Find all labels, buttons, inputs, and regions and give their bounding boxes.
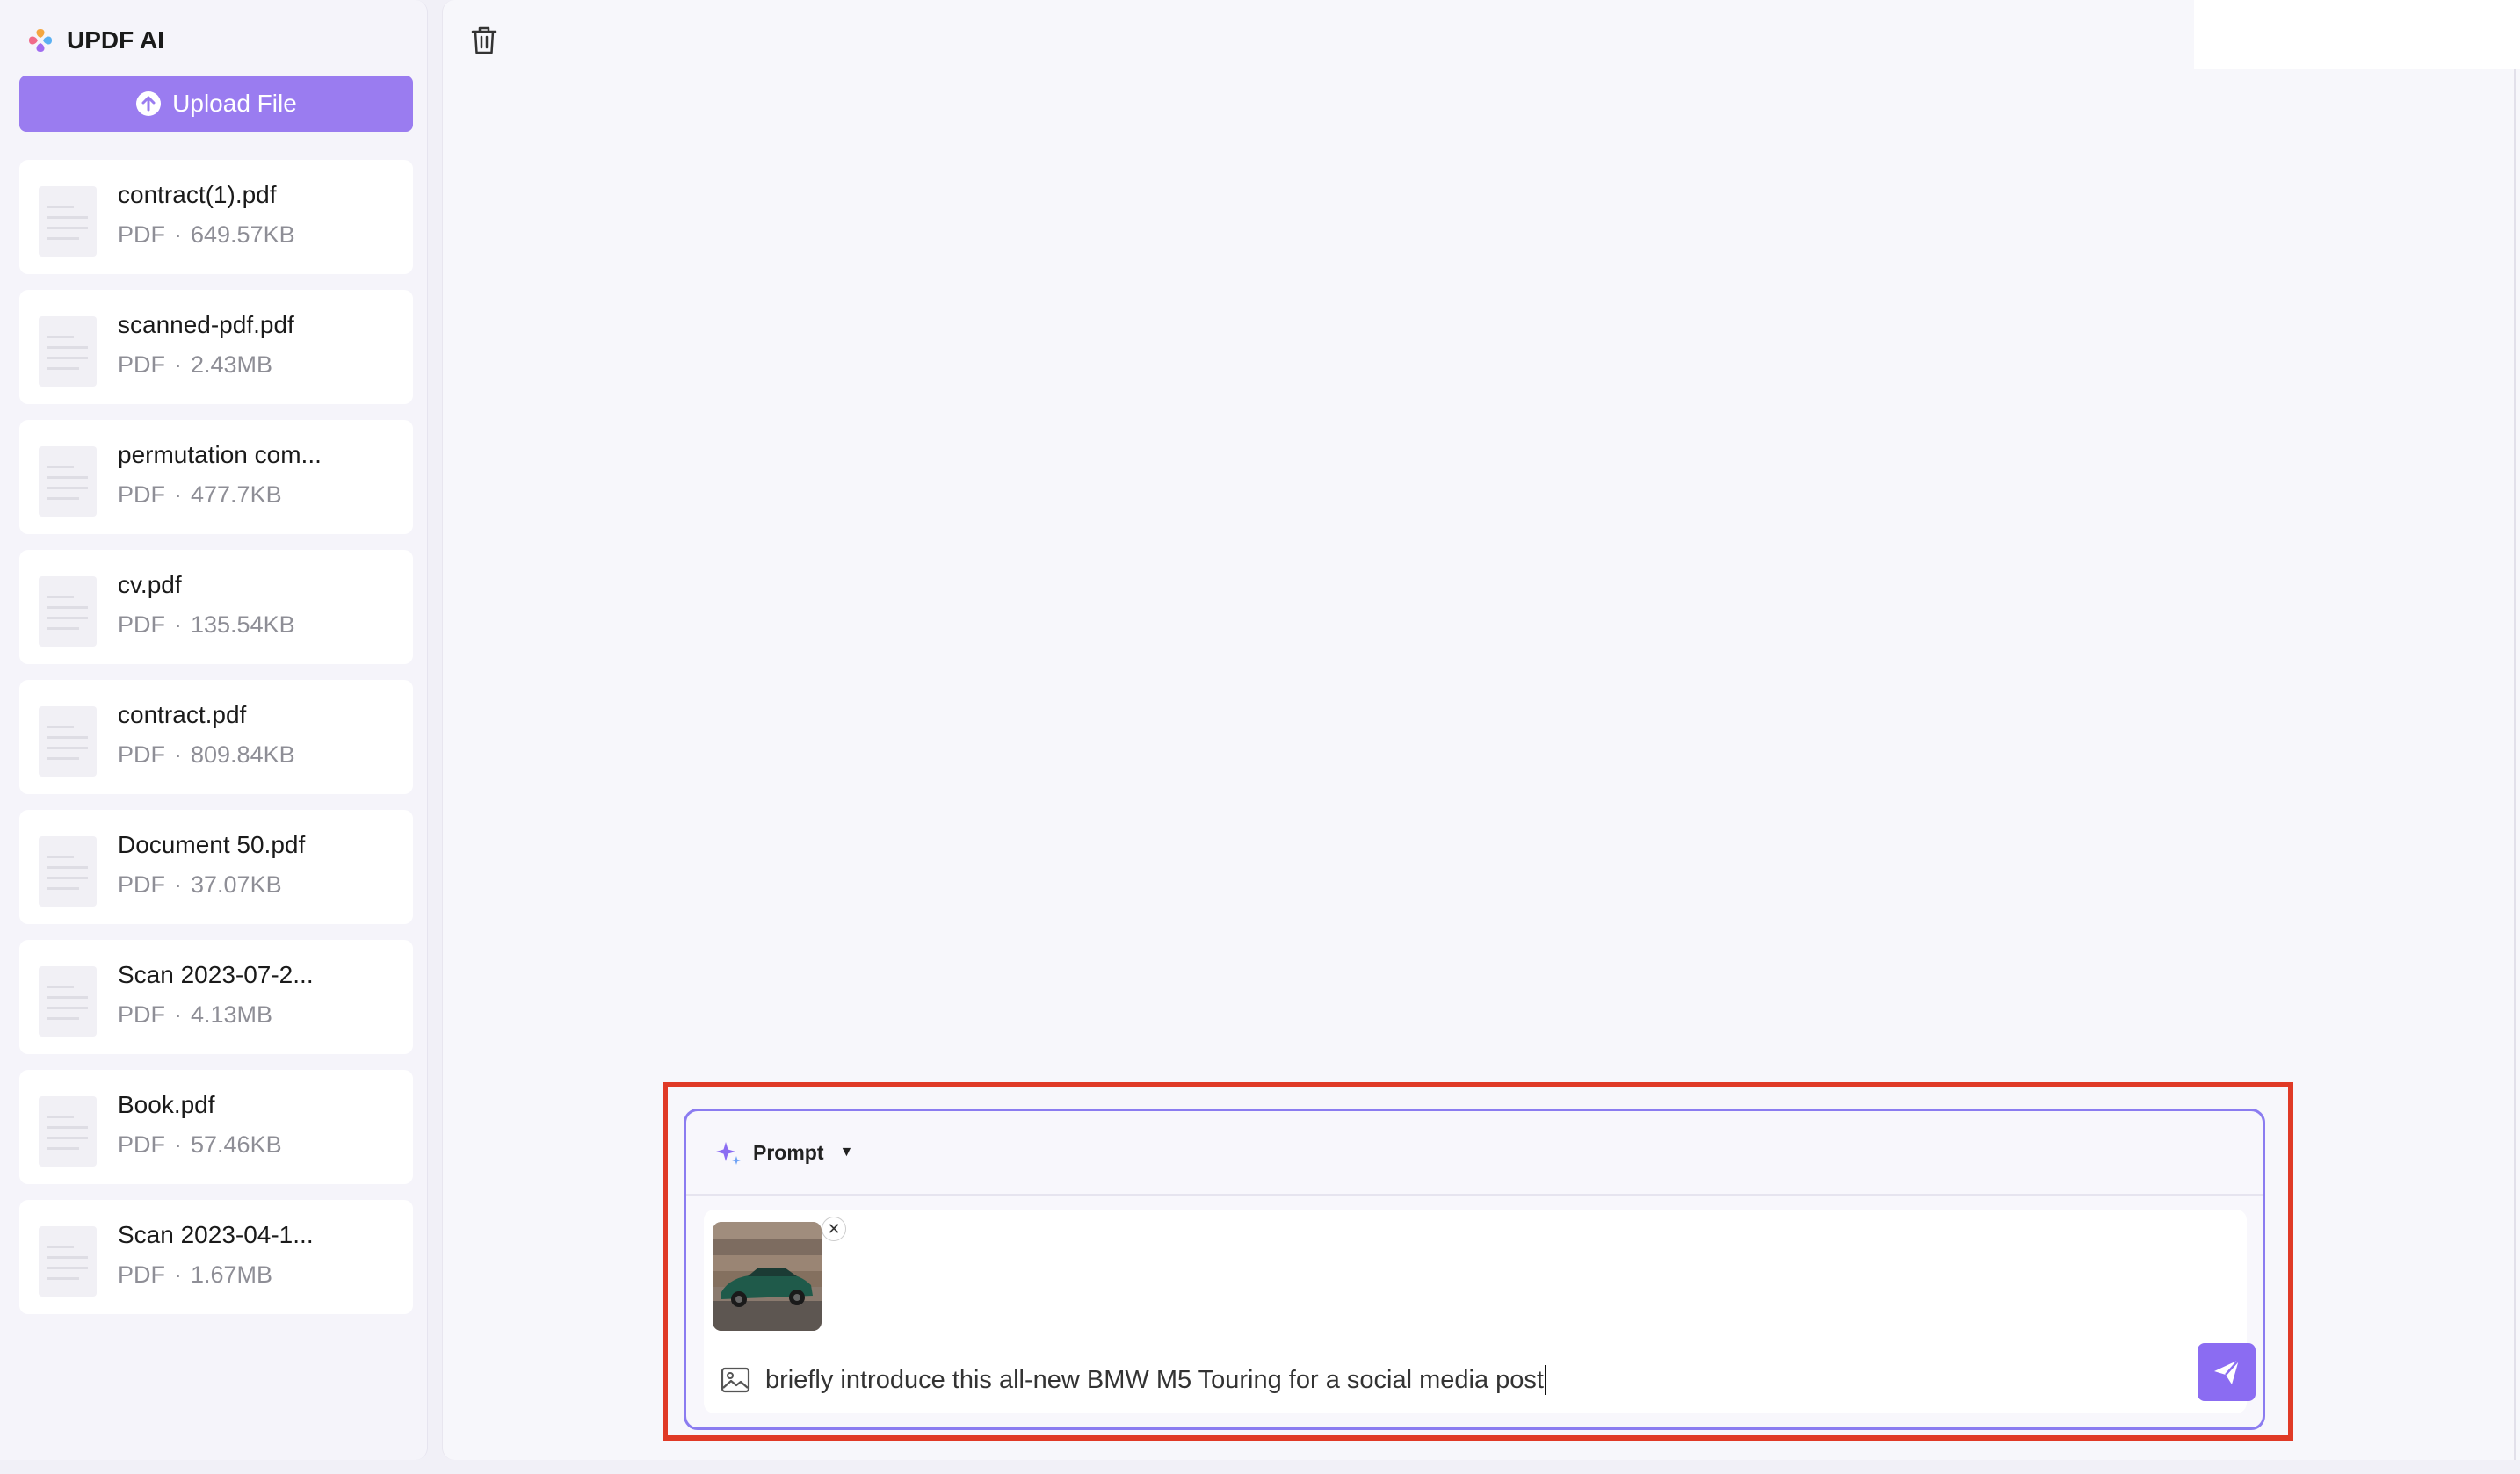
file-meta: PDF · 135.54KB [118, 611, 295, 639]
prompt-mode-selector[interactable]: Prompt ▼ [686, 1111, 2263, 1196]
file-document-icon [39, 836, 97, 907]
file-name: contract.pdf [118, 701, 247, 728]
car-image-thumbnail [713, 1222, 822, 1331]
file-size: 1.67MB [191, 1261, 273, 1288]
remove-attachment-close-icon[interactable]: ✕ [822, 1217, 846, 1241]
file-meta: PDF · 477.7KB [118, 481, 282, 509]
file-type: PDF [118, 611, 165, 638]
file-size: 477.7KB [191, 481, 282, 508]
file-meta: PDF · 649.57KB [118, 221, 295, 249]
meta-separator: · [174, 611, 182, 638]
file-name: contract(1).pdf [118, 181, 277, 208]
file-size: 4.13MB [191, 1001, 273, 1028]
updf-logo-icon [29, 29, 52, 52]
chat-composer: Prompt ▼ ✕ briefly introduce this all-ne… [684, 1109, 2265, 1430]
image-upload-icon[interactable] [720, 1364, 751, 1396]
file-meta: PDF · 37.07KB [118, 871, 282, 899]
file-size: 2.43MB [191, 351, 273, 378]
file-name: scanned-pdf.pdf [118, 311, 294, 338]
file-list-item[interactable]: Scan 2023-07-2... PDF · 4.13MB [19, 940, 413, 1054]
file-type: PDF [118, 871, 165, 898]
file-meta: PDF · 57.46KB [118, 1131, 282, 1159]
brand: UPDF AI [26, 23, 164, 58]
file-document-icon [39, 316, 97, 387]
file-list-item[interactable]: cv.pdf PDF · 135.54KB [19, 550, 413, 664]
app-title: UPDF AI [67, 26, 164, 54]
right-divider [2514, 69, 2516, 1460]
attached-image-thumbnail [713, 1222, 822, 1331]
send-button[interactable] [2198, 1343, 2256, 1401]
file-list-item[interactable]: Book.pdf PDF · 57.46KB [19, 1070, 413, 1184]
file-document-icon [39, 706, 97, 777]
top-right-panel [2194, 0, 2520, 69]
file-list-item[interactable]: permutation com... PDF · 477.7KB [19, 420, 413, 534]
file-type: PDF [118, 481, 165, 508]
message-input-area[interactable]: ✕ briefly introduce this all-new BMW M5 … [704, 1210, 2256, 1413]
file-list-item[interactable]: Document 50.pdf PDF · 37.07KB [19, 810, 413, 924]
meta-separator: · [174, 481, 182, 508]
file-size: 37.07KB [191, 871, 282, 898]
meta-separator: · [174, 1261, 182, 1288]
file-list-item[interactable]: Scan 2023-04-1... PDF · 1.67MB [19, 1200, 413, 1314]
file-document-icon [39, 966, 97, 1037]
file-size: 57.46KB [191, 1131, 282, 1158]
file-document-icon [39, 186, 97, 257]
file-size: 809.84KB [191, 741, 295, 768]
meta-separator: · [174, 1131, 182, 1158]
meta-separator: · [174, 741, 182, 768]
meta-separator: · [174, 871, 182, 898]
text-cursor [1544, 1365, 1546, 1395]
sparkle-icon [716, 1142, 741, 1165]
file-meta: PDF · 4.13MB [118, 1001, 272, 1029]
upload-file-button[interactable]: Upload File [19, 76, 413, 132]
file-size: 135.54KB [191, 611, 295, 638]
file-document-icon [39, 1226, 97, 1297]
message-input[interactable]: briefly introduce this all-new BMW M5 To… [765, 1357, 2083, 1403]
upload-file-label: Upload File [172, 90, 297, 117]
meta-separator: · [174, 351, 182, 378]
file-meta: PDF · 2.43MB [118, 351, 272, 379]
file-type: PDF [118, 1001, 165, 1028]
file-name: Book.pdf [118, 1091, 215, 1118]
meta-separator: · [174, 221, 182, 248]
file-type: PDF [118, 741, 165, 768]
prompt-mode-label: Prompt [753, 1140, 824, 1164]
message-input-value: briefly introduce this all-new BMW M5 To… [765, 1365, 1544, 1394]
file-name: Scan 2023-04-1... [118, 1221, 314, 1248]
file-type: PDF [118, 1261, 165, 1288]
file-name: Document 50.pdf [118, 831, 306, 858]
file-name: Scan 2023-07-2... [118, 961, 314, 988]
file-document-icon [39, 446, 97, 517]
trash-icon[interactable] [469, 25, 499, 56]
file-name: permutation com... [118, 441, 322, 468]
file-list-item[interactable]: contract.pdf PDF · 809.84KB [19, 680, 413, 794]
file-list-item[interactable]: scanned-pdf.pdf PDF · 2.43MB [19, 290, 413, 404]
file-document-icon [39, 576, 97, 647]
file-meta: PDF · 1.67MB [118, 1261, 272, 1289]
file-type: PDF [118, 1131, 165, 1158]
upload-arrow-icon [136, 91, 162, 116]
file-size: 649.57KB [191, 221, 295, 248]
file-list-item[interactable]: contract(1).pdf PDF · 649.57KB [19, 160, 413, 274]
send-paper-plane-icon [2214, 1359, 2240, 1384]
file-list: contract(1).pdf PDF · 649.57KB scanned-pdf… [19, 160, 413, 1330]
caret-down-icon: ▼ [839, 1145, 854, 1160]
file-type: PDF [118, 351, 165, 378]
file-meta: PDF · 809.84KB [118, 741, 295, 769]
file-document-icon [39, 1096, 97, 1167]
file-name: cv.pdf [118, 571, 182, 598]
meta-separator: · [174, 1001, 182, 1028]
file-type: PDF [118, 221, 165, 248]
sidebar: UPDF AI Upload File contract(1).pdf PDF ·… [0, 0, 428, 1460]
